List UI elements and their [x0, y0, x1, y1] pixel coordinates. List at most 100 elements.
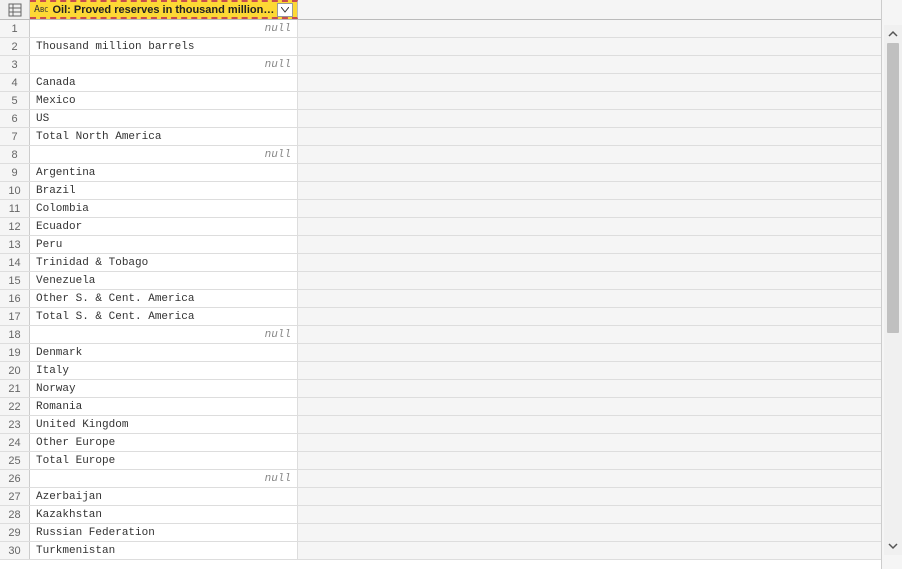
row-number[interactable]: 19	[0, 344, 30, 361]
table-row[interactable]: 24Other Europe	[0, 434, 881, 452]
row-number[interactable]: 29	[0, 524, 30, 541]
table-row[interactable]: 7Total North America	[0, 128, 881, 146]
cell-value[interactable]: null	[30, 146, 298, 163]
cell-value[interactable]: Turkmenistan	[30, 542, 298, 559]
cell-value[interactable]: Venezuela	[30, 272, 298, 289]
cell-value[interactable]: Colombia	[30, 200, 298, 217]
row-number[interactable]: 25	[0, 452, 30, 469]
table-row[interactable]: 1null	[0, 20, 881, 38]
table-row[interactable]: 25Total Europe	[0, 452, 881, 470]
table-row[interactable]: 16Other S. & Cent. America	[0, 290, 881, 308]
cell-value[interactable]: null	[30, 20, 298, 37]
table-row[interactable]: 26null	[0, 470, 881, 488]
cell-value[interactable]: Norway	[30, 380, 298, 397]
table-row[interactable]: 12Ecuador	[0, 218, 881, 236]
row-number[interactable]: 27	[0, 488, 30, 505]
cell-value[interactable]: Kazakhstan	[30, 506, 298, 523]
row-number[interactable]: 6	[0, 110, 30, 127]
row-number[interactable]: 13	[0, 236, 30, 253]
cell-value[interactable]: Total S. & Cent. America	[30, 308, 298, 325]
table-row[interactable]: 5Mexico	[0, 92, 881, 110]
cell-value[interactable]: US	[30, 110, 298, 127]
row-number[interactable]: 3	[0, 56, 30, 73]
row-number[interactable]: 28	[0, 506, 30, 523]
row-number[interactable]: 1	[0, 20, 30, 37]
table-row[interactable]: 9Argentina	[0, 164, 881, 182]
cell-value[interactable]: null	[30, 470, 298, 487]
cell-value[interactable]: null	[30, 326, 298, 343]
cell-value[interactable]: Other Europe	[30, 434, 298, 451]
cell-value[interactable]: Russian Federation	[30, 524, 298, 541]
row-number[interactable]: 14	[0, 254, 30, 271]
scroll-up-arrow[interactable]	[884, 25, 902, 43]
cell-value[interactable]: Mexico	[30, 92, 298, 109]
row-number[interactable]: 24	[0, 434, 30, 451]
row-number[interactable]: 18	[0, 326, 30, 343]
cell-value[interactable]: Denmark	[30, 344, 298, 361]
table-row[interactable]: 23United Kingdom	[0, 416, 881, 434]
row-number[interactable]: 17	[0, 308, 30, 325]
table-row[interactable]: 21Norway	[0, 380, 881, 398]
cell-value[interactable]: Total Europe	[30, 452, 298, 469]
select-all-corner[interactable]	[0, 0, 30, 19]
table-row[interactable]: 20Italy	[0, 362, 881, 380]
cell-value[interactable]: Romania	[30, 398, 298, 415]
row-number[interactable]: 16	[0, 290, 30, 307]
row-number[interactable]: 11	[0, 200, 30, 217]
scroll-track[interactable]	[884, 43, 902, 537]
table-row[interactable]: 3null	[0, 56, 881, 74]
cell-value[interactable]: Thousand million barrels	[30, 38, 298, 55]
row-number[interactable]: 5	[0, 92, 30, 109]
cell-value[interactable]: Other S. & Cent. America	[30, 290, 298, 307]
table-row[interactable]: 8null	[0, 146, 881, 164]
table-row[interactable]: 30Turkmenistan	[0, 542, 881, 560]
table-row[interactable]: 6US	[0, 110, 881, 128]
row-number[interactable]: 10	[0, 182, 30, 199]
table-row[interactable]: 18null	[0, 326, 881, 344]
row-number[interactable]: 30	[0, 542, 30, 559]
scroll-down-arrow[interactable]	[884, 537, 902, 555]
row-number[interactable]: 21	[0, 380, 30, 397]
vertical-scrollbar[interactable]	[884, 25, 902, 555]
column-filter-dropdown[interactable]	[277, 3, 293, 17]
table-row[interactable]: 17Total S. & Cent. America	[0, 308, 881, 326]
row-number[interactable]: 9	[0, 164, 30, 181]
table-row[interactable]: 15Venezuela	[0, 272, 881, 290]
cell-value[interactable]: Ecuador	[30, 218, 298, 235]
row-number[interactable]: 4	[0, 74, 30, 91]
table-row[interactable]: 11Colombia	[0, 200, 881, 218]
column-header[interactable]: ABC Oil: Proved reserves in thousand mil…	[30, 0, 298, 19]
scroll-thumb[interactable]	[887, 43, 899, 333]
table-row[interactable]: 14Trinidad & Tobago	[0, 254, 881, 272]
table-row[interactable]: 27Azerbaijan	[0, 488, 881, 506]
row-number[interactable]: 26	[0, 470, 30, 487]
row-number[interactable]: 23	[0, 416, 30, 433]
table-row[interactable]: 19Denmark	[0, 344, 881, 362]
data-type-icon[interactable]: ABC	[34, 4, 48, 15]
row-number[interactable]: 20	[0, 362, 30, 379]
table-row[interactable]: 13Peru	[0, 236, 881, 254]
table-row[interactable]: 28Kazakhstan	[0, 506, 881, 524]
table-row[interactable]: 22Romania	[0, 398, 881, 416]
cell-value[interactable]: Canada	[30, 74, 298, 91]
row-number[interactable]: 15	[0, 272, 30, 289]
cell-value[interactable]: null	[30, 56, 298, 73]
cell-value[interactable]: Azerbaijan	[30, 488, 298, 505]
chevron-up-icon	[888, 30, 898, 38]
cell-value[interactable]: Argentina	[30, 164, 298, 181]
cell-value[interactable]: Trinidad & Tobago	[30, 254, 298, 271]
table-row[interactable]: 2Thousand million barrels	[0, 38, 881, 56]
row-number[interactable]: 7	[0, 128, 30, 145]
row-number[interactable]: 8	[0, 146, 30, 163]
table-row[interactable]: 4Canada	[0, 74, 881, 92]
row-number[interactable]: 12	[0, 218, 30, 235]
row-number[interactable]: 22	[0, 398, 30, 415]
cell-value[interactable]: Peru	[30, 236, 298, 253]
cell-value[interactable]: Italy	[30, 362, 298, 379]
table-row[interactable]: 10Brazil	[0, 182, 881, 200]
cell-value[interactable]: Brazil	[30, 182, 298, 199]
row-number[interactable]: 2	[0, 38, 30, 55]
cell-value[interactable]: United Kingdom	[30, 416, 298, 433]
cell-value[interactable]: Total North America	[30, 128, 298, 145]
table-row[interactable]: 29Russian Federation	[0, 524, 881, 542]
